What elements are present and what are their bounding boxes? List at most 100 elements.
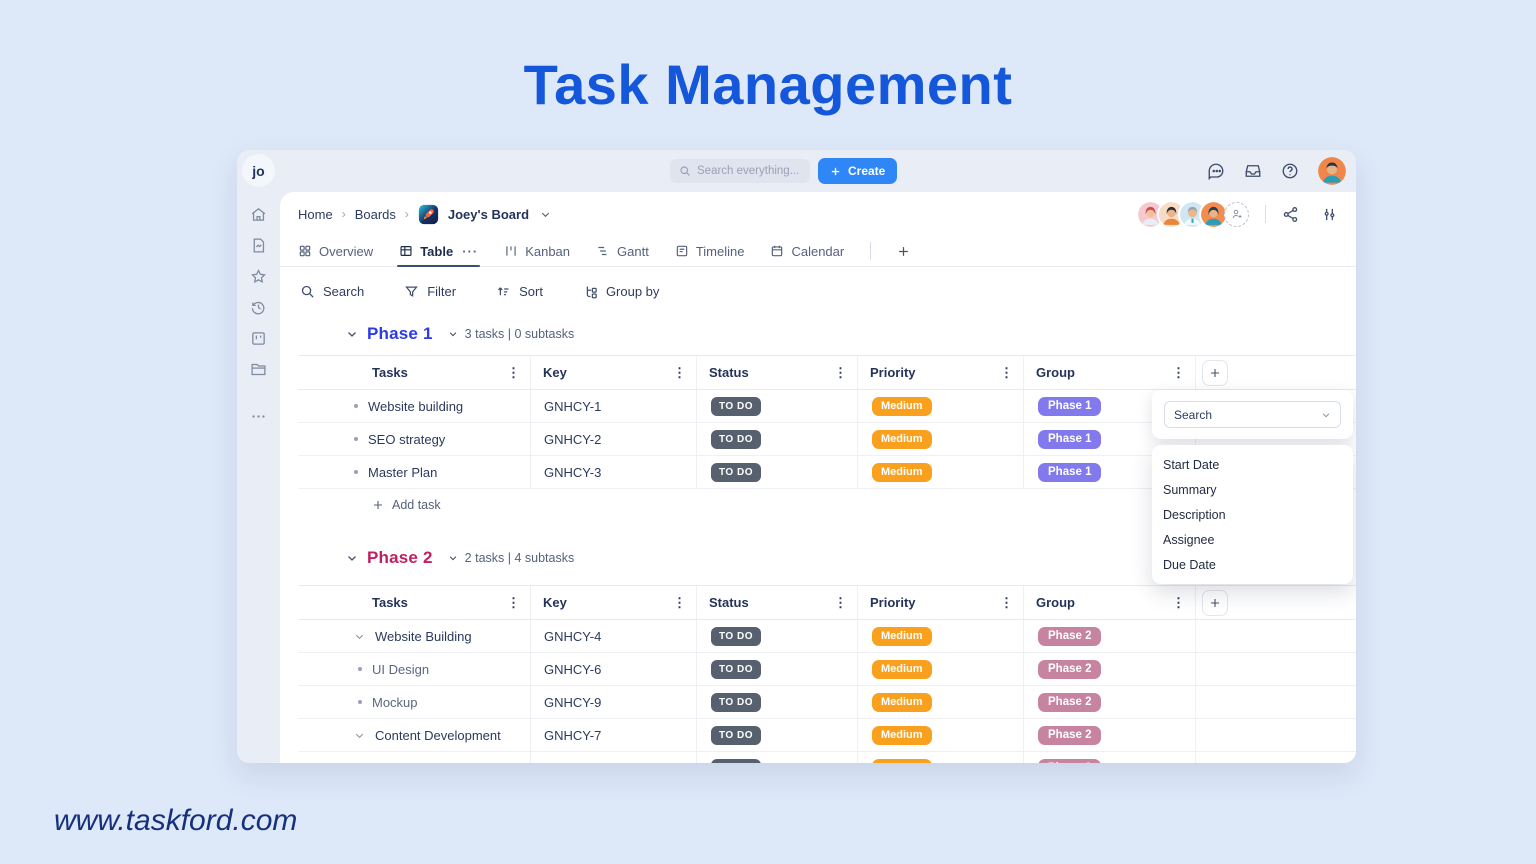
priority-badge[interactable]: Medium (872, 627, 932, 646)
status-badge[interactable]: TO DO (711, 693, 761, 712)
priority-badge[interactable]: Medium (872, 397, 932, 416)
member-avatars[interactable] (1136, 200, 1249, 229)
task-name[interactable]: Mockup (372, 695, 418, 710)
expand-icon[interactable] (354, 631, 365, 642)
breadcrumb-home[interactable]: Home (298, 207, 333, 222)
group-badge[interactable]: Phase 1 (1038, 397, 1101, 416)
task-name[interactable]: Website building (368, 399, 463, 414)
share-icon[interactable] (1282, 206, 1299, 223)
group-title[interactable]: Phase 2 (367, 548, 433, 568)
task-name[interactable]: Master Plan (368, 465, 437, 480)
group-by-button[interactable]: Group by (583, 284, 659, 299)
chevron-down-icon[interactable] (540, 209, 551, 220)
group-badge[interactable]: Phase 2 (1038, 693, 1101, 712)
create-button[interactable]: Create (818, 158, 897, 184)
tab-table[interactable]: Table ··· (399, 236, 478, 266)
column-menu-icon[interactable]: ⋮ (673, 366, 686, 379)
help-icon[interactable] (1281, 162, 1299, 180)
task-name[interactable]: Content Development (375, 728, 501, 743)
status-badge[interactable]: TO DO (711, 397, 761, 416)
status-badge[interactable]: TO DO (711, 726, 761, 745)
task-name[interactable]: UI Design (372, 662, 429, 677)
column-menu-icon[interactable]: ⋮ (834, 596, 847, 609)
dropdown-option-description[interactable]: Description (1152, 502, 1353, 527)
search-button[interactable]: Search (300, 284, 364, 299)
board-icon[interactable] (250, 330, 267, 347)
sort-button[interactable]: Sort (496, 284, 543, 299)
dropdown-option-summary[interactable]: Summary (1152, 477, 1353, 502)
table-row[interactable]: Define content structure GNHCY-8 TO DO M… (298, 752, 1356, 763)
task-key: GNHCY-6 (530, 653, 696, 685)
task-name[interactable]: Define content structure (372, 761, 510, 764)
table-row[interactable]: Mockup GNHCY-9 TO DO Medium Phase 2 (298, 686, 1356, 719)
status-badge[interactable]: TO DO (711, 627, 761, 646)
expand-icon[interactable] (354, 730, 365, 741)
filter-button[interactable]: Filter (404, 284, 456, 299)
priority-badge[interactable]: Medium (872, 726, 932, 745)
group-badge[interactable]: Phase 2 (1038, 627, 1101, 646)
add-member-button[interactable] (1224, 202, 1249, 227)
add-view-button[interactable] (897, 236, 910, 266)
tab-kanban[interactable]: Kanban (504, 236, 570, 266)
group-badge[interactable]: Phase 2 (1038, 660, 1101, 679)
add-column-button[interactable] (1202, 360, 1228, 386)
status-badge[interactable]: TO DO (711, 759, 761, 764)
priority-badge[interactable]: Medium (872, 660, 932, 679)
collapse-icon[interactable] (346, 552, 358, 564)
dropdown-option-assignee[interactable]: Assignee (1152, 527, 1353, 552)
task-name[interactable]: Website Building (375, 629, 472, 644)
group-badge[interactable]: Phase 2 (1038, 726, 1101, 745)
dropdown-option-due-date[interactable]: Due Date (1152, 552, 1353, 577)
priority-badge[interactable]: Medium (872, 759, 932, 764)
folder-icon[interactable] (250, 361, 267, 378)
collapse-icon[interactable] (346, 328, 358, 340)
column-menu-icon[interactable]: ⋮ (1000, 366, 1013, 379)
status-badge[interactable]: TO DO (711, 463, 761, 482)
table-row[interactable]: Content Development GNHCY-7 TO DO Medium… (298, 719, 1356, 752)
tab-overview[interactable]: Overview (298, 236, 373, 266)
tab-calendar[interactable]: Calendar (770, 236, 844, 266)
tab-label: Timeline (696, 244, 745, 259)
group-title[interactable]: Phase 1 (367, 324, 433, 344)
global-search-input[interactable]: Search everything... (670, 159, 810, 183)
priority-badge[interactable]: Medium (872, 430, 932, 449)
column-menu-icon[interactable]: ⋮ (673, 596, 686, 609)
report-icon[interactable] (250, 237, 267, 254)
table-icon (399, 244, 413, 258)
star-icon[interactable] (250, 268, 267, 285)
view-settings-icon[interactable] (1321, 206, 1338, 223)
tab-gantt[interactable]: Gantt (596, 236, 649, 266)
history-icon[interactable] (250, 299, 267, 316)
more-icon[interactable] (250, 408, 267, 425)
add-column-button[interactable] (1202, 590, 1228, 616)
task-name[interactable]: SEO strategy (368, 432, 445, 447)
chevron-down-icon[interactable] (448, 329, 458, 339)
group-badge[interactable]: Phase 1 (1038, 430, 1101, 449)
table-row[interactable]: Website Building GNHCY-4 TO DO Medium Ph… (298, 620, 1356, 653)
tab-timeline[interactable]: Timeline (675, 236, 745, 266)
home-icon[interactable] (250, 206, 267, 223)
user-avatar[interactable] (1318, 157, 1346, 185)
dropdown-option-start-date[interactable]: Start Date (1152, 452, 1353, 477)
group-badge[interactable]: Phase 1 (1038, 463, 1101, 482)
column-menu-icon[interactable]: ⋮ (507, 596, 520, 609)
priority-badge[interactable]: Medium (872, 693, 932, 712)
breadcrumb-boards[interactable]: Boards (355, 207, 396, 222)
status-badge[interactable]: TO DO (711, 660, 761, 679)
table-row[interactable]: UI Design GNHCY-6 TO DO Medium Phase 2 (298, 653, 1356, 686)
chat-icon[interactable] (1207, 162, 1225, 180)
chevron-down-icon[interactable] (448, 553, 458, 563)
column-menu-icon[interactable]: ⋮ (507, 366, 520, 379)
breadcrumb-board-name[interactable]: Joey's Board (448, 207, 529, 222)
app-logo[interactable]: jo (242, 154, 275, 187)
field-search-select[interactable]: Search (1164, 401, 1341, 428)
tab-overflow-icon[interactable]: ··· (462, 244, 478, 259)
column-menu-icon[interactable]: ⋮ (1172, 596, 1185, 609)
column-menu-icon[interactable]: ⋮ (1000, 596, 1013, 609)
column-menu-icon[interactable]: ⋮ (834, 366, 847, 379)
status-badge[interactable]: TO DO (711, 430, 761, 449)
priority-badge[interactable]: Medium (872, 463, 932, 482)
group-badge[interactable]: Phase 2 (1038, 759, 1101, 764)
column-menu-icon[interactable]: ⋮ (1172, 366, 1185, 379)
inbox-icon[interactable] (1244, 162, 1262, 180)
